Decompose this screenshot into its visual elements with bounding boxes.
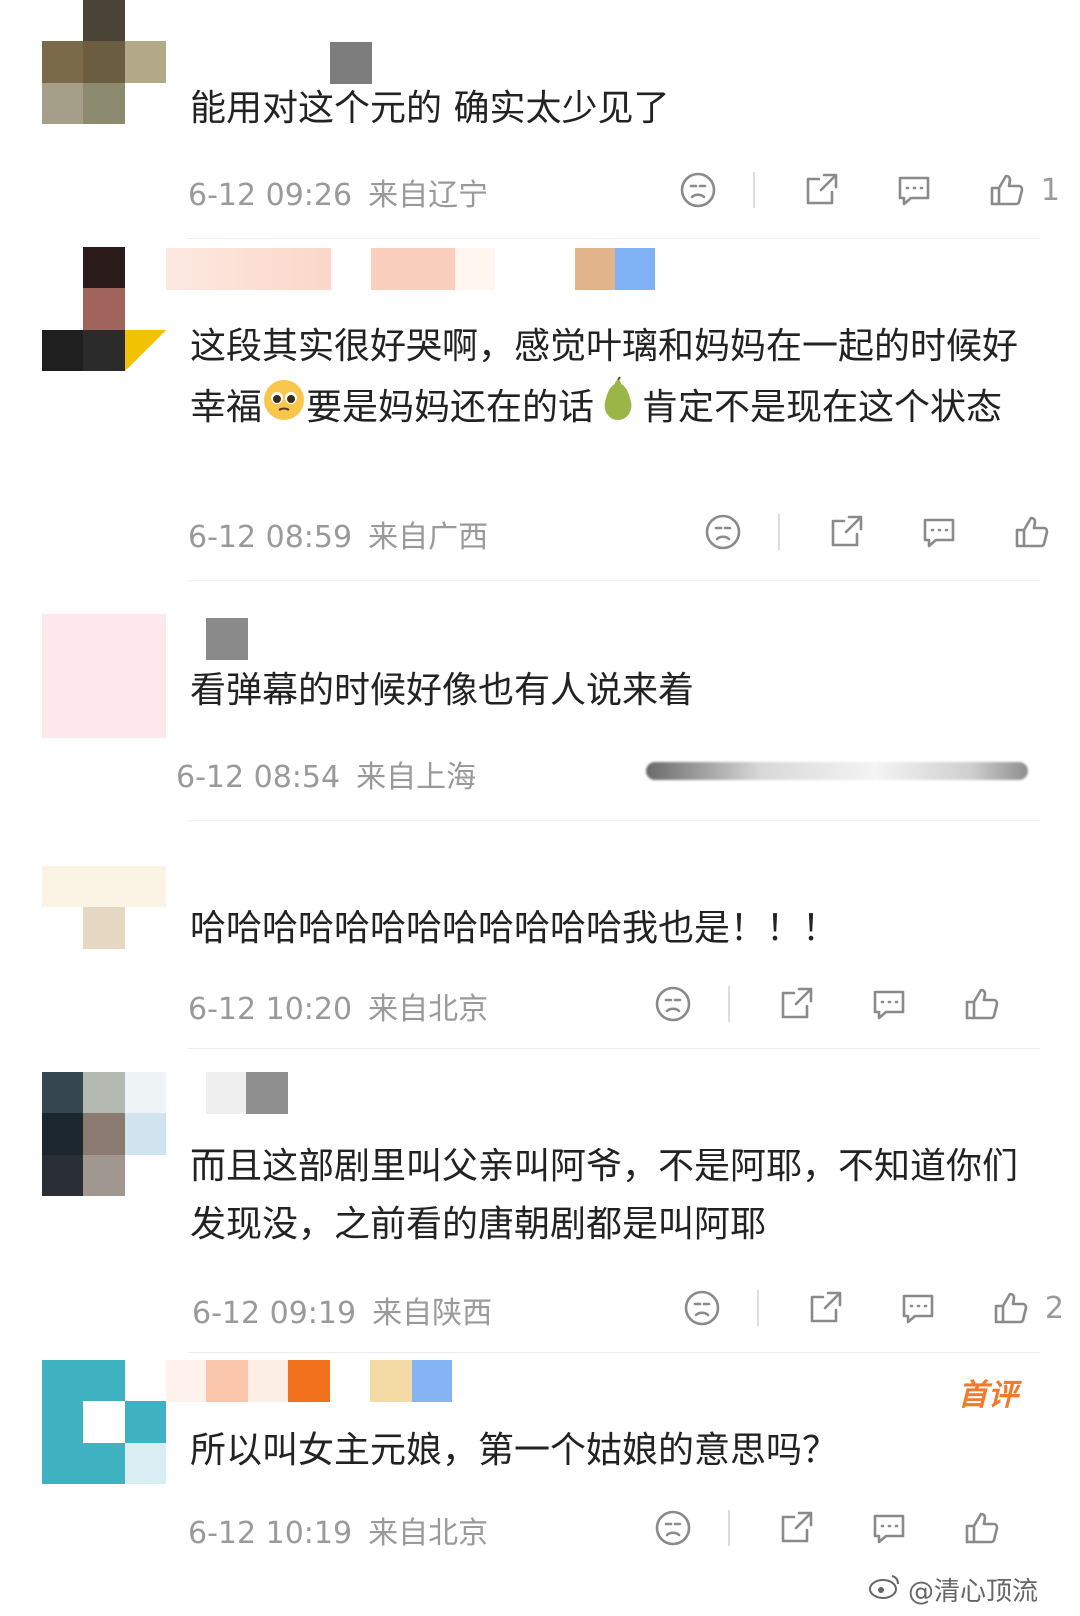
comment-date: 6-12 08:54 bbox=[176, 760, 341, 795]
like-count: 2 bbox=[1044, 1290, 1064, 1326]
username[interactable] bbox=[330, 42, 372, 84]
reply-icon[interactable] bbox=[889, 165, 939, 215]
comment-actions bbox=[606, 979, 1030, 1029]
divider bbox=[728, 986, 730, 1022]
comment-date: 6-12 09:26 bbox=[188, 178, 353, 213]
dislike-icon[interactable] bbox=[677, 1283, 727, 1333]
comment-meta: 6-12 10:19 来自北京 bbox=[188, 1508, 488, 1552]
dislike-icon[interactable] bbox=[648, 1503, 698, 1553]
dislike-icon[interactable] bbox=[673, 165, 723, 215]
share-icon[interactable] bbox=[801, 1283, 851, 1333]
comment-location: 来自北京 bbox=[368, 1516, 489, 1551]
dislike-icon[interactable] bbox=[648, 979, 698, 1029]
divider bbox=[188, 1352, 1040, 1353]
like-icon[interactable] bbox=[956, 979, 1006, 1029]
comment-actions: 1 bbox=[631, 165, 1060, 215]
username[interactable] bbox=[166, 1360, 452, 1402]
comment-text: 看弹幕的时候好像也有人说来着 bbox=[190, 670, 695, 711]
comment-actions bbox=[606, 1503, 1030, 1553]
divider bbox=[188, 580, 1040, 581]
comment-text-part: 肯定不是现在这个状态 bbox=[642, 387, 1003, 428]
divider bbox=[188, 820, 1040, 821]
like-icon[interactable] bbox=[985, 1283, 1035, 1333]
dislike-icon[interactable] bbox=[698, 507, 748, 557]
comment-location: 来自上海 bbox=[356, 760, 477, 795]
comment-actions bbox=[656, 507, 1080, 557]
divider bbox=[188, 238, 1040, 239]
blurred-actions bbox=[646, 762, 1028, 780]
reply-icon[interactable] bbox=[864, 1503, 914, 1553]
username[interactable] bbox=[166, 248, 655, 290]
comment-meta: 6-12 08:59 来自广西 bbox=[188, 512, 488, 556]
avatar[interactable] bbox=[42, 0, 166, 124]
divider bbox=[756, 1290, 759, 1326]
first-comment-badge: 首评 bbox=[958, 1378, 1018, 1413]
divider bbox=[728, 1510, 730, 1546]
share-icon[interactable] bbox=[772, 979, 822, 1029]
username[interactable] bbox=[206, 618, 248, 660]
reply-icon[interactable] bbox=[914, 507, 964, 557]
avatar[interactable] bbox=[42, 1072, 166, 1196]
like-icon[interactable] bbox=[956, 1503, 1006, 1553]
comment-location: 来自辽宁 bbox=[368, 178, 489, 213]
share-icon[interactable] bbox=[797, 165, 847, 215]
comment-meta: 6-12 09:26 来自辽宁 bbox=[188, 170, 488, 214]
comment-meta: 6-12 08:54 来自上海 bbox=[176, 752, 476, 796]
comment-location: 来自北京 bbox=[368, 992, 489, 1027]
avatar[interactable] bbox=[42, 1360, 166, 1484]
divider bbox=[752, 172, 755, 208]
avatar[interactable] bbox=[42, 866, 166, 990]
reply-icon[interactable] bbox=[864, 979, 914, 1029]
like-icon[interactable] bbox=[981, 165, 1031, 215]
avatar[interactable] bbox=[42, 614, 166, 738]
divider bbox=[188, 1048, 1040, 1049]
pear-emoji-icon bbox=[594, 376, 642, 442]
comment-date: 6-12 10:19 bbox=[188, 1516, 353, 1551]
comment-text-part: 要是妈妈还在的话 bbox=[306, 387, 595, 428]
share-icon[interactable] bbox=[822, 507, 872, 557]
username[interactable] bbox=[206, 1072, 288, 1114]
comment-date: 6-12 10:20 bbox=[188, 992, 353, 1027]
watermark: @清心顶流 bbox=[868, 1571, 1038, 1608]
comment-location: 来自陕西 bbox=[372, 1296, 493, 1331]
watermark-text: @清心顶流 bbox=[907, 1577, 1038, 1607]
avatar[interactable] bbox=[42, 247, 166, 371]
comment-actions: 2 bbox=[635, 1283, 1064, 1333]
comment-meta: 6-12 09:19 来自陕西 bbox=[192, 1288, 492, 1332]
divider bbox=[778, 514, 780, 550]
comment-text: 所以叫女主元娘，第一个姑娘的意思吗？ bbox=[190, 1430, 839, 1471]
pleading-face-emoji-icon bbox=[262, 378, 306, 440]
comment-meta: 6-12 10:20 来自北京 bbox=[188, 984, 488, 1028]
comment-text: 哈哈哈哈哈哈哈哈哈哈哈哈我也是！！！ bbox=[190, 908, 839, 949]
comment-text: 这段其实很好哭啊，感觉叶璃和妈妈在一起的时候好幸福 要是妈妈还在的话 肯定不是现在这… bbox=[190, 318, 1020, 442]
comment-location: 来自广西 bbox=[368, 520, 489, 555]
reply-icon[interactable] bbox=[893, 1283, 943, 1333]
comment-date: 6-12 09:19 bbox=[192, 1296, 357, 1331]
like-icon[interactable] bbox=[1006, 507, 1056, 557]
comment-text: 而且这部剧里叫父亲叫阿爷，不是阿耶，不知道你们发现没，之前看的唐朝剧都是叫阿耶 bbox=[190, 1146, 1019, 1245]
comment-date: 6-12 08:59 bbox=[188, 520, 353, 555]
share-icon[interactable] bbox=[772, 1503, 822, 1553]
like-count: 1 bbox=[1040, 172, 1060, 208]
weibo-logo-icon bbox=[868, 1572, 902, 1607]
comment-text: 能用对这个元的 确实太少见了 bbox=[190, 88, 670, 129]
